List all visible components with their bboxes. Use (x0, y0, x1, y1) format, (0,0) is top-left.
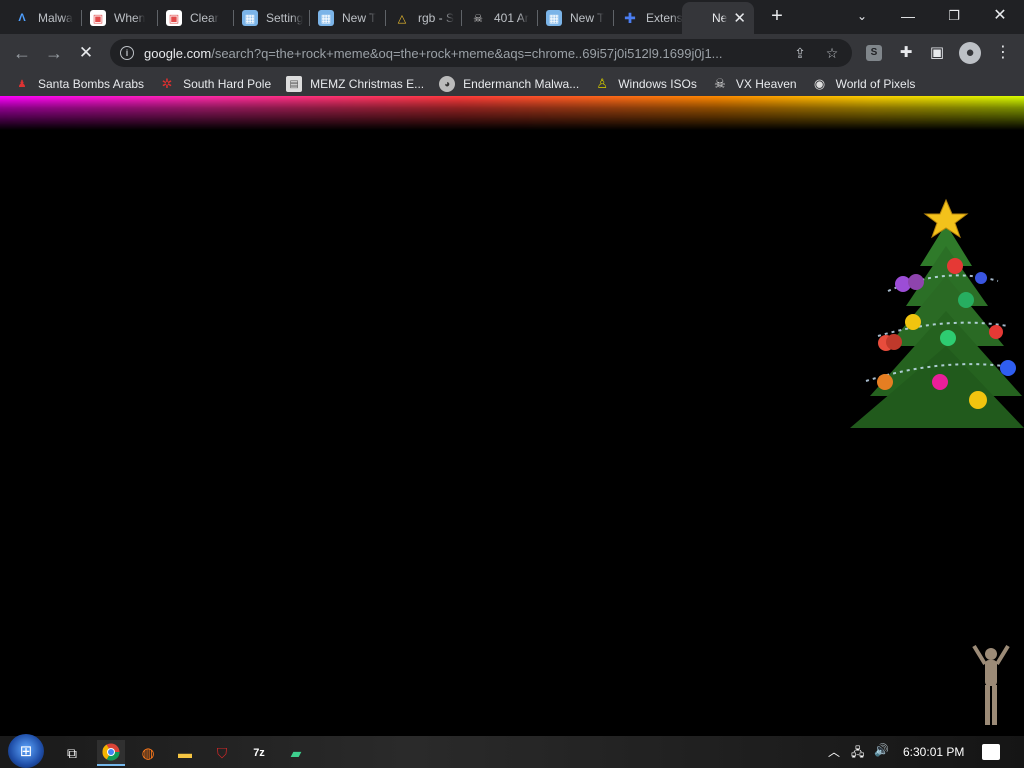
start-button[interactable]: ⊞ (8, 734, 44, 768)
windows-taskbar: ⊞ ⧉ ◍ ▬ ⛉ 7z ▰ ︿ 🖧 🔊 6:30:01 PM (0, 734, 1024, 768)
tab-rgb[interactable]: △ rgb - S (386, 4, 462, 32)
tab-settings[interactable]: ▦ Setting (234, 4, 310, 32)
tab-active[interactable]: Ne ✕ (682, 2, 754, 34)
restore-button[interactable]: ❐ (934, 4, 974, 28)
network-icon[interactable]: 🖧 (851, 743, 864, 764)
bookmark-south-hard-pole[interactable]: ✲ South Hard Pole (159, 76, 272, 92)
volume-icon[interactable]: 🔊 (874, 743, 889, 757)
bookmark-memz[interactable]: ▤ MEMZ Christmas E... (286, 76, 424, 92)
tab-when[interactable]: ▣ When (82, 4, 158, 32)
share-icon[interactable]: ⇪ (792, 45, 808, 61)
firefox-icon[interactable]: ◍ (134, 740, 162, 766)
bookmark-endermanch[interactable]: ◕ Endermanch Malwa... (439, 76, 579, 92)
book-icon: ▣ (166, 10, 182, 26)
url-text[interactable]: google.com/search?q=the+rock+meme&oq=the… (144, 46, 774, 61)
dancing-figure-image (972, 644, 1010, 725)
7zip-icon[interactable]: 7z (245, 740, 273, 766)
tab-search-chevron-icon[interactable]: ⌄ (842, 4, 882, 28)
image-icon: ▦ (546, 10, 562, 26)
tab-401[interactable]: ☠ 401 Ar (462, 4, 538, 32)
bookmarks-bar: ♟ Santa Bombs Arabs ✲ South Hard Pole ▤ … (0, 72, 1024, 96)
minimize-button[interactable]: — (888, 4, 928, 28)
puzzle-icon: ✚ (624, 9, 636, 26)
site-info-icon[interactable]: i (120, 46, 134, 60)
bookmark-world-of-pixels[interactable]: ◉ World of Pixels (812, 76, 915, 92)
tab-clear[interactable]: ▣ Clear (158, 4, 234, 32)
windows-logo-icon: ⊞ (19, 743, 33, 760)
image-icon: ▦ (242, 10, 258, 26)
menu-kebab-icon[interactable]: ⋮ (992, 42, 1014, 64)
close-tab-icon[interactable]: ✕ (733, 9, 746, 27)
forward-button[interactable]: → (42, 41, 66, 65)
address-bar[interactable]: i google.com/search?q=the+rock+meme&oq=t… (110, 39, 852, 67)
task-view-icon[interactable]: ⧉ (58, 740, 86, 766)
book-icon: ▣ (90, 10, 106, 26)
back-button[interactable]: ← (10, 41, 34, 65)
mcafee-icon[interactable]: ⛉ (208, 740, 236, 766)
tray-chevron-icon[interactable]: ︿ (828, 743, 840, 760)
page-icon: ▤ (286, 76, 303, 92)
hacker-icon: ☠ (473, 12, 483, 25)
malware-wiki-icon: Λ (18, 12, 26, 24)
browser-toolbar: ← → ✕ i google.com/search?q=the+rock+mem… (0, 34, 1024, 72)
file-explorer-icon[interactable]: ▬ (171, 740, 199, 766)
close-window-button[interactable]: ✕ (980, 4, 1020, 28)
new-tab-button[interactable]: + (766, 6, 788, 28)
christmas-tree-image (850, 198, 1024, 428)
chrome-taskbar-icon[interactable] (97, 740, 125, 766)
google-drive-icon: △ (397, 12, 407, 25)
snowflake-icon: ✲ (161, 76, 173, 91)
palette-icon: ◉ (813, 76, 826, 91)
stop-loading-icon[interactable]: ✕ (74, 41, 98, 65)
image-icon: ▦ (318, 10, 334, 26)
side-panel-icon[interactable]: ▣ (926, 42, 948, 64)
bookmark-vx-heaven[interactable]: ☠ VX Heaven (712, 76, 797, 92)
rainbow-glow-bar (0, 96, 1024, 130)
bookmark-windows-isos[interactable]: ♙ Windows ISOs (594, 76, 697, 92)
person-icon: ♙ (596, 76, 609, 91)
action-center-icon[interactable] (982, 744, 1000, 760)
hacker-icon: ☠ (714, 76, 726, 91)
bookmark-santa-bombs[interactable]: ♟ Santa Bombs Arabs (14, 76, 145, 92)
profile-avatar-icon[interactable]: ● (959, 42, 981, 64)
extension-s-icon[interactable]: S (866, 45, 882, 61)
bookmark-star-icon[interactable]: ☆ (824, 45, 840, 61)
notepad-app-icon[interactable]: ▰ (282, 740, 310, 766)
tab-new-1[interactable]: ▦ New T (310, 4, 386, 32)
tab-strip: Λ Malwa ▣ When ▣ Clear ▦ Setting ▦ New T… (0, 0, 1024, 34)
chrome-icon (102, 743, 120, 761)
taskbar-clock[interactable]: 6:30:01 PM (903, 745, 964, 759)
raccoon-icon: ◕ (439, 76, 456, 92)
santa-icon: ♟ (17, 78, 27, 90)
extensions-puzzle-icon[interactable]: ✚ (895, 42, 917, 64)
tab-malwa[interactable]: Λ Malwa (6, 4, 82, 32)
tab-new-2[interactable]: ▦ New T (538, 4, 614, 32)
tab-extensions[interactable]: ✚ Extens (614, 4, 684, 32)
